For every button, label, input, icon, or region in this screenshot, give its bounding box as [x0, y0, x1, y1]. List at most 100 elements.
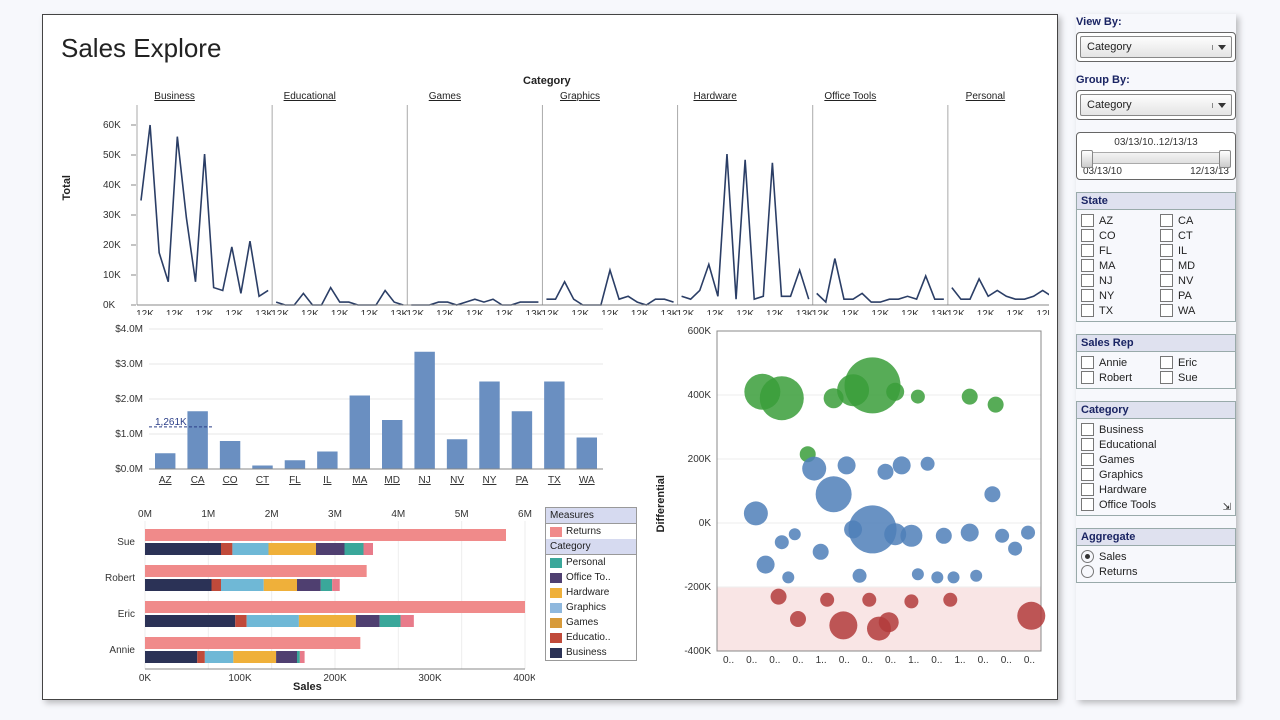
svg-text:12K: 12K [901, 309, 919, 315]
svg-text:0..: 0.. [862, 655, 873, 666]
svg-text:0M: 0M [138, 509, 152, 520]
svg-text:12K: 12K [706, 309, 724, 315]
svg-text:IL: IL [323, 475, 332, 486]
svg-text:$2.0M: $2.0M [115, 394, 143, 405]
date-slider[interactable]: 03/13/10..12/13/13 03/13/1012/13/13 [1076, 132, 1236, 180]
svg-text:PA: PA [516, 475, 529, 486]
checkbox-games[interactable]: Games [1081, 453, 1231, 466]
svg-text:12K: 12K [1007, 309, 1025, 315]
svg-text:FL: FL [289, 475, 301, 486]
svg-text:MA: MA [352, 475, 367, 486]
checkbox-hardware[interactable]: Hardware [1081, 483, 1231, 496]
checkbox-nj[interactable]: NJ [1081, 274, 1152, 287]
svg-text:0..: 0.. [769, 655, 780, 666]
svg-text:2M: 2M [265, 509, 279, 520]
line-chart[interactable]: 0K10K20K30K40K50K60K12K12K12K12K13K12K12… [103, 105, 1049, 315]
svg-text:0..: 0.. [931, 655, 942, 666]
svg-text:300K: 300K [418, 673, 442, 683]
checkbox-az[interactable]: AZ [1081, 214, 1152, 227]
checkbox-nv[interactable]: NV [1160, 274, 1231, 287]
line-chart-ylabel: Total [61, 175, 73, 200]
radio-sales[interactable]: Sales [1081, 550, 1231, 563]
checkbox-md[interactable]: MD [1160, 259, 1231, 272]
checkbox-sue[interactable]: Sue [1160, 371, 1231, 384]
svg-text:NY: NY [483, 475, 497, 486]
slider-handle-min[interactable] [1081, 150, 1093, 168]
svg-text:12K: 12K [677, 309, 695, 315]
checkbox-ny[interactable]: NY [1081, 289, 1152, 302]
filter-panel: View By: Category Group By: Category 03/… [1076, 14, 1236, 700]
svg-text:12K: 12K [436, 309, 454, 315]
svg-text:$0.0M: $0.0M [115, 464, 143, 475]
svg-text:12K: 12K [496, 309, 514, 315]
state-filter: State AZCACOCTFLILMAMDNJNVNYPATXWA [1076, 192, 1236, 322]
facet-header: Graphics [512, 91, 647, 102]
svg-text:4M: 4M [391, 509, 405, 520]
svg-text:1..: 1.. [954, 655, 965, 666]
svg-text:AZ: AZ [159, 475, 172, 486]
svg-text:1..: 1.. [908, 655, 919, 666]
rep-legend: MeasuresReturnsCategoryPersonalOffice To… [545, 507, 637, 661]
svg-text:12K: 12K [542, 309, 560, 315]
checkbox-eric[interactable]: Eric [1160, 356, 1231, 369]
svg-text:CO: CO [223, 475, 238, 486]
line-facet-headers: BusinessEducationalGamesGraphicsHardware… [107, 91, 1047, 105]
svg-text:0..: 0.. [839, 655, 850, 666]
checkbox-ca[interactable]: CA [1160, 214, 1231, 227]
checkbox-business[interactable]: Business [1081, 423, 1231, 436]
svg-text:12K: 12K [301, 309, 319, 315]
svg-text:400K: 400K [513, 673, 535, 683]
svg-text:-200K: -200K [684, 582, 711, 593]
svg-text:WA: WA [579, 475, 595, 486]
scatter-chart[interactable]: -400K-200K0K200K400K600K0..0..0..0..1..0… [673, 325, 1053, 681]
svg-text:NJ: NJ [419, 475, 431, 486]
svg-text:0..: 0.. [723, 655, 734, 666]
svg-text:CT: CT [256, 475, 269, 486]
svg-text:12K: 12K [571, 309, 589, 315]
checkbox-wa[interactable]: WA [1160, 304, 1231, 317]
svg-text:0K: 0K [139, 673, 152, 683]
svg-text:0..: 0.. [746, 655, 757, 666]
expand-icon[interactable]: ⇲ [1223, 502, 1231, 513]
checkbox-fl[interactable]: FL [1081, 244, 1152, 257]
svg-text:12K: 12K [166, 309, 184, 315]
svg-text:12K: 12K [361, 309, 379, 315]
svg-text:12K: 12K [842, 309, 860, 315]
facet-header: Educational [242, 91, 377, 102]
svg-text:12K: 12K [196, 309, 214, 315]
checkbox-graphics[interactable]: Graphics [1081, 468, 1231, 481]
state-bar-chart[interactable]: $0.0M$1.0M$2.0M$3.0M$4.0MAZCACOCTFLILMAM… [103, 321, 613, 501]
facet-header: Business [107, 91, 242, 102]
viewby-label: View By: [1076, 16, 1236, 28]
slider-handle-max[interactable] [1219, 150, 1231, 168]
svg-text:$4.0M: $4.0M [115, 324, 143, 335]
checkbox-educational[interactable]: Educational [1081, 438, 1231, 451]
svg-text:-400K: -400K [684, 646, 711, 657]
svg-text:0..: 0.. [885, 655, 896, 666]
svg-text:12K: 12K [947, 309, 965, 315]
checkbox-ct[interactable]: CT [1160, 229, 1231, 242]
checkbox-annie[interactable]: Annie [1081, 356, 1152, 369]
svg-text:MD: MD [384, 475, 400, 486]
svg-text:50K: 50K [103, 150, 121, 161]
checkbox-co[interactable]: CO [1081, 229, 1152, 242]
checkbox-ma[interactable]: MA [1081, 259, 1152, 272]
checkbox-tx[interactable]: TX [1081, 304, 1152, 317]
viewby-dropdown[interactable]: Category [1080, 36, 1232, 58]
svg-text:0..: 0.. [792, 655, 803, 666]
checkbox-il[interactable]: IL [1160, 244, 1231, 257]
rep-bar-chart[interactable]: 0M1M2M3M4M5M6MSueRobertEricAnnie0K100K20… [85, 505, 535, 683]
facet-header: Games [377, 91, 512, 102]
radio-returns[interactable]: Returns [1081, 565, 1231, 578]
rep-filter: Sales Rep AnnieEricRobertSue [1076, 334, 1236, 389]
checkbox-pa[interactable]: PA [1160, 289, 1231, 302]
checkbox-robert[interactable]: Robert [1081, 371, 1152, 384]
svg-text:CA: CA [191, 475, 205, 486]
line-chart-title: Category [523, 75, 571, 87]
svg-text:Robert: Robert [105, 573, 135, 584]
groupby-dropdown[interactable]: Category [1080, 94, 1232, 116]
facet-header: Personal [918, 91, 1053, 102]
checkbox-office tools[interactable]: Office Tools [1081, 498, 1231, 511]
svg-text:40K: 40K [103, 180, 121, 191]
svg-text:12K: 12K [631, 309, 649, 315]
